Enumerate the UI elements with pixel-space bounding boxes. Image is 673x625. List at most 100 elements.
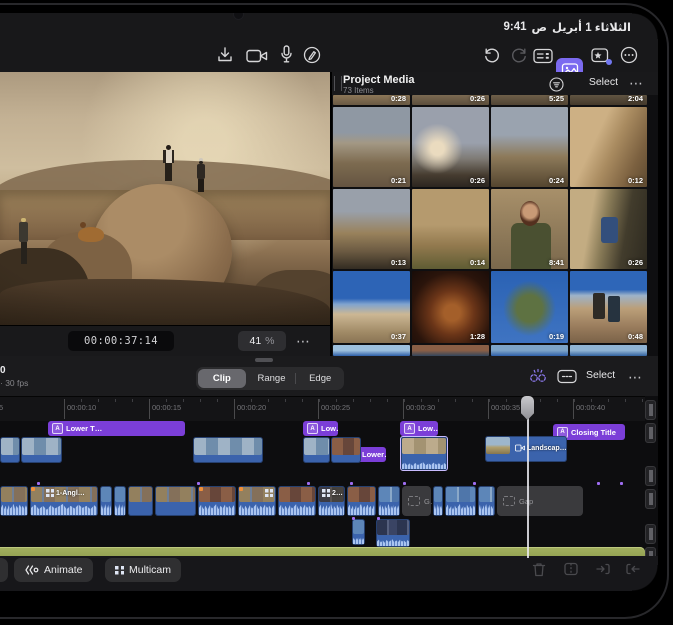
media-thumbnail[interactable]: 1:28 <box>412 271 489 343</box>
import-icon[interactable] <box>216 46 234 64</box>
undo-icon[interactable] <box>483 46 501 64</box>
media-more-icon[interactable]: ⋯ <box>629 76 644 90</box>
gap-clip[interactable]: Gap <box>497 486 583 516</box>
gap-clip[interactable]: G… <box>402 486 431 516</box>
delete-icon[interactable] <box>531 561 547 578</box>
media-thumbnail[interactable] <box>333 345 410 356</box>
connected-clip-landscape[interactable]: Landscap… <box>485 436 567 462</box>
media-thumbnail[interactable]: 0:26 <box>412 95 489 105</box>
timecode-display[interactable]: 00:00:37:14 <box>68 331 174 351</box>
redo-icon[interactable] <box>510 46 528 64</box>
timeline-select-button[interactable]: Select <box>586 369 615 381</box>
lane-control[interactable] <box>645 400 656 420</box>
media-thumbnail[interactable]: 2:04 <box>570 95 647 105</box>
media-thumbnail[interactable]: 0:14 <box>412 189 489 269</box>
title-clip[interactable]: A Low… <box>303 421 338 436</box>
zoom-control[interactable]: 41 % <box>238 331 286 351</box>
media-thumbnail[interactable] <box>412 345 489 356</box>
primary-clip[interactable] <box>347 486 376 516</box>
primary-clip[interactable] <box>478 486 495 516</box>
camera-icon[interactable] <box>246 48 269 64</box>
multicam-button[interactable]: Multicam <box>105 558 181 582</box>
connected-clip[interactable] <box>303 437 330 463</box>
music-audio-clip[interactable] <box>0 547 645 556</box>
orange-marker[interactable] <box>239 487 243 491</box>
media-thumbnail[interactable]: 8:41 <box>491 189 568 269</box>
connected-clip[interactable] <box>193 437 263 463</box>
animate-button[interactable]: Animate <box>14 558 93 582</box>
connected-clip[interactable] <box>376 519 410 547</box>
media-thumbnail[interactable]: 0:13 <box>333 189 410 269</box>
lane-control[interactable] <box>645 489 656 509</box>
clip-overlay-icon[interactable] <box>557 369 577 384</box>
tab-range[interactable]: Range <box>248 369 296 388</box>
title-badge: A <box>52 423 63 434</box>
primary-clip[interactable] <box>198 486 236 516</box>
media-thumbnail[interactable] <box>491 345 568 356</box>
insert-icon[interactable] <box>595 561 611 577</box>
connected-clip[interactable] <box>21 437 62 463</box>
browser-list-icon[interactable] <box>533 48 553 64</box>
clip-duration: 0:37 <box>391 332 406 341</box>
lane-control[interactable] <box>645 466 656 486</box>
tab-edge[interactable]: Edge <box>296 369 344 388</box>
connected-clip[interactable] <box>331 437 361 463</box>
primary-clip[interactable] <box>155 486 196 516</box>
timeline-more-icon[interactable]: ⋯ <box>628 370 643 384</box>
orange-marker[interactable] <box>31 487 35 491</box>
media-thumbnail[interactable] <box>570 345 647 356</box>
connected-clip[interactable] <box>0 437 20 463</box>
viewer-preview[interactable] <box>0 72 330 325</box>
snapping-icon[interactable] <box>528 368 548 384</box>
ruler-label: 00:00:10 <box>67 403 96 412</box>
title-clip[interactable]: A Lower T… <box>48 421 185 436</box>
primary-multicam-clip[interactable]: 1-Angl… <box>30 486 98 516</box>
media-thumbnail[interactable]: 0:28 <box>333 95 410 105</box>
connected-clip[interactable] <box>352 519 365 545</box>
more-circle-icon[interactable] <box>620 46 638 64</box>
bezel-bottom <box>0 591 673 625</box>
status-date: الثلاثاء 1 أبريل <box>552 20 631 34</box>
media-thumbnail[interactable]: 0:48 <box>570 271 647 343</box>
panel-grab-handle[interactable] <box>334 76 342 91</box>
multicam-icon <box>115 566 124 575</box>
orange-marker[interactable] <box>199 487 203 491</box>
primary-clip[interactable] <box>114 486 126 516</box>
media-thumbnail[interactable]: 0:37 <box>333 271 410 343</box>
media-thumbnail[interactable]: 0:26 <box>570 189 647 269</box>
animate-icon <box>24 564 39 576</box>
title-clip[interactable]: A Low… <box>400 421 438 436</box>
effects-icon[interactable] <box>590 47 610 64</box>
timeline: 0 · 30 fps Clip Range Edge Select ⋯ <box>0 356 658 591</box>
media-thumbnail[interactable]: 0:21 <box>333 107 410 187</box>
microphone-icon[interactable] <box>280 45 293 64</box>
media-select-button[interactable]: Select <box>589 76 618 88</box>
primary-clip[interactable] <box>278 486 316 516</box>
primary-multicam-clip[interactable]: 2… <box>318 486 345 516</box>
selected-connected-clip[interactable] <box>400 436 448 471</box>
primary-clip[interactable] <box>433 486 443 516</box>
media-thumbnail[interactable]: 0:26 <box>412 107 489 187</box>
media-thumbnail[interactable]: 0:12 <box>570 107 647 187</box>
primary-clip[interactable] <box>100 486 112 516</box>
media-thumbnail[interactable]: 0:24 <box>491 107 568 187</box>
primary-clip[interactable] <box>445 486 476 516</box>
tab-clip[interactable]: Clip <box>198 369 246 388</box>
pencil-annotate-icon[interactable] <box>303 46 321 64</box>
drag-handle[interactable] <box>255 358 273 362</box>
blade-icon[interactable] <box>563 561 579 577</box>
media-thumbnail[interactable]: 5:25 <box>491 95 568 105</box>
lane-control[interactable] <box>645 423 656 443</box>
media-thumbnail[interactable]: 0:19 <box>491 271 568 343</box>
primary-clip[interactable] <box>0 486 28 516</box>
primary-multicam-clip[interactable] <box>238 486 276 516</box>
edge-button-partial[interactable] <box>0 558 8 582</box>
filter-icon[interactable] <box>549 77 564 92</box>
lane-control[interactable] <box>645 524 656 544</box>
viewer-more-icon[interactable]: ⋯ <box>296 334 311 348</box>
timeline-ruler[interactable]: 00:00:05 00:00:10 00:00:15 00:00:20 00:0… <box>0 396 645 421</box>
multicam-icon <box>46 489 54 497</box>
primary-clip[interactable] <box>128 486 153 516</box>
primary-clip[interactable] <box>378 486 400 516</box>
vignette <box>0 72 330 325</box>
